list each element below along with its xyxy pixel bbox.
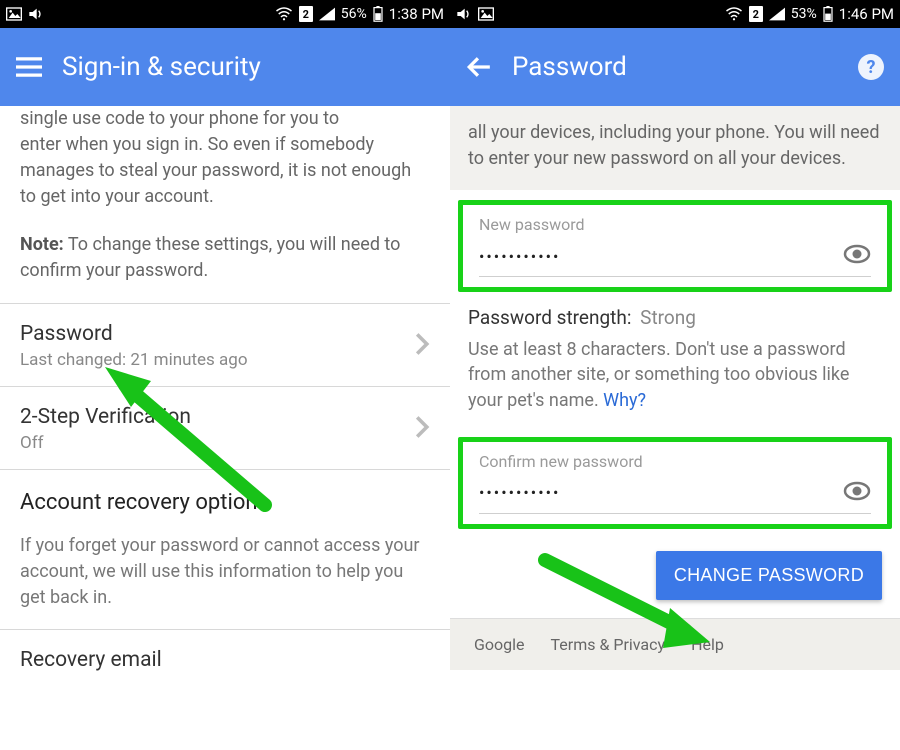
signal-icon: [319, 7, 335, 21]
advice-text: Use at least 8 characters. Don't use a p…: [468, 339, 849, 410]
strength-value: Strong: [640, 306, 696, 329]
volume-icon: [28, 7, 44, 21]
input-underline: [479, 276, 871, 277]
status-bar: 2 56% 1:38 PM: [0, 0, 450, 28]
page-title: Password: [512, 52, 627, 82]
eye-icon[interactable]: [843, 244, 871, 268]
sim-icon: 2: [299, 6, 313, 22]
confirm-password-label: Confirm new password: [479, 452, 871, 471]
recovery-body: If you forget your password or cannot ac…: [0, 533, 450, 629]
confirm-password-input[interactable]: •••••••••••: [479, 483, 560, 502]
password-sub: Last changed: 21 minutes ago: [20, 350, 248, 370]
intro-body: all your devices, including your phone. …: [468, 122, 880, 169]
chevron-right-icon: [414, 332, 430, 360]
app-bar: Sign-in & security: [0, 28, 450, 106]
clock: 1:46 PM: [839, 5, 894, 23]
status-bar: 2 53% 1:46 PM: [450, 0, 900, 28]
recovery-email-heading: Recovery email: [0, 630, 450, 690]
footer-help[interactable]: Help: [691, 635, 724, 654]
why-link[interactable]: Why?: [603, 390, 646, 411]
signal-icon: [769, 7, 785, 21]
help-icon[interactable]: ?: [856, 52, 886, 82]
wifi-icon: [275, 7, 293, 21]
page-title: Sign-in & security: [62, 52, 261, 82]
note-label: Note:: [20, 234, 64, 255]
password-title: Password: [20, 322, 248, 346]
app-bar: Password ?: [450, 28, 900, 106]
note-text: To change these settings, you will need …: [20, 234, 400, 281]
password-row[interactable]: Password Last changed: 21 minutes ago: [0, 304, 450, 386]
intro-text: all your devices, including your phone. …: [450, 106, 900, 190]
intro-cut-line: single use code to your phone for you to: [20, 106, 430, 132]
screenshot-right: 2 53% 1:46 PM Password ? all your: [450, 0, 900, 750]
battery-icon: [823, 6, 833, 22]
intro-text: single use code to your phone for you to…: [0, 106, 450, 285]
input-underline: [479, 513, 871, 514]
password-strength: Password strength: Strong: [450, 292, 900, 335]
footer-google[interactable]: Google: [474, 635, 525, 654]
new-password-input[interactable]: •••••••••••: [479, 247, 560, 266]
back-arrow-icon[interactable]: [464, 52, 494, 82]
button-row: CHANGE PASSWORD: [450, 529, 900, 618]
eye-icon[interactable]: [843, 481, 871, 505]
new-password-label: New password: [479, 215, 871, 234]
recovery-heading: Account recovery options: [0, 470, 450, 533]
battery-percent: 53%: [791, 6, 817, 22]
footer-terms[interactable]: Terms & Privacy: [551, 635, 666, 654]
volume-icon: [456, 7, 472, 21]
change-password-button[interactable]: CHANGE PASSWORD: [656, 551, 882, 600]
battery-percent: 56%: [341, 6, 367, 22]
image-icon: [478, 7, 494, 21]
sim-icon: 2: [749, 6, 763, 22]
new-password-card: New password •••••••••••: [458, 200, 892, 292]
strength-label: Password strength:: [468, 306, 631, 329]
two-step-row[interactable]: 2-Step Verification Off: [0, 387, 450, 469]
two-step-title: 2-Step Verification: [20, 405, 191, 429]
chevron-right-icon: [414, 415, 430, 443]
confirm-password-card: Confirm new password •••••••••••: [458, 437, 892, 529]
wifi-icon: [725, 7, 743, 21]
image-icon: [6, 7, 22, 21]
hamburger-icon[interactable]: [14, 52, 44, 82]
strength-advice: Use at least 8 characters. Don't use a p…: [450, 335, 900, 427]
screenshot-left: 2 56% 1:38 PM Sign-in & security single …: [0, 0, 450, 750]
clock: 1:38 PM: [389, 5, 444, 23]
battery-icon: [373, 6, 383, 22]
svg-text:?: ?: [867, 57, 876, 78]
intro-body: enter when you sign in. So even if someb…: [20, 134, 411, 207]
two-step-sub: Off: [20, 433, 191, 453]
footer: Google Terms & Privacy Help: [450, 618, 900, 670]
